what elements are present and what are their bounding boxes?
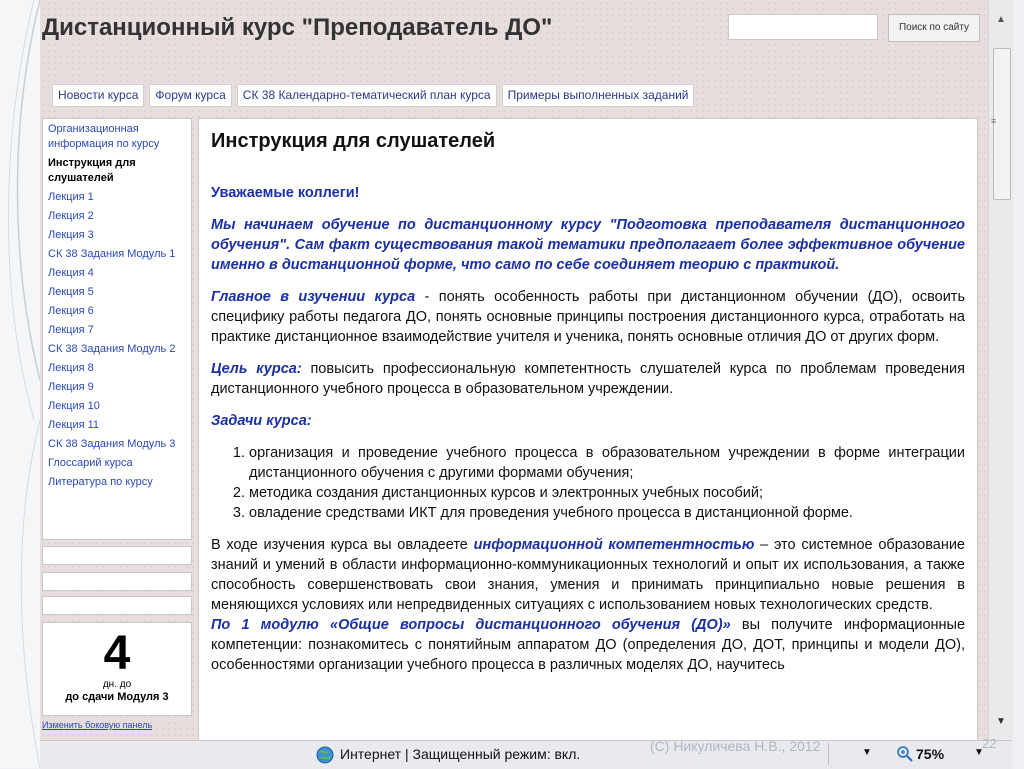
intro-paragraph: Мы начинаем обучение по дистанционному к… (211, 217, 965, 273)
tasks-heading: Задачи курса: (211, 413, 312, 429)
slide-decoration (0, 0, 40, 768)
search-input[interactable] (728, 14, 878, 40)
sidebar-item[interactable]: Литература по курсу (48, 475, 186, 490)
sidebar-item[interactable]: СК 38 Задания Модуль 1 (48, 247, 186, 262)
nav-calendar-plan[interactable]: СК 38 Календарно-тематический план курса (236, 84, 497, 107)
countdown-unit: дн. до (102, 679, 132, 690)
slide-arc-decoration (8, 0, 40, 768)
task-item: организация и проведение учебного процес… (249, 443, 965, 483)
sidebar-item[interactable]: Лекция 7 (48, 323, 186, 338)
sidebar-list: Организационная информация по курсу Инст… (43, 119, 191, 497)
goal-label: Цель курса: (211, 361, 302, 377)
sidebar-empty-box (42, 546, 192, 565)
countdown-widget: 4 дн. до до сдачи Модуля 3 (42, 622, 192, 716)
sidebar-item[interactable]: Лекция 1 (48, 190, 186, 205)
slide-number: 22 (982, 736, 997, 751)
sidebar-item[interactable]: Лекция 2 (48, 209, 186, 224)
sidebar-item[interactable]: СК 38 Задания Модуль 2 (48, 342, 186, 357)
zoom-icon (897, 746, 913, 762)
module1-paragraph: По 1 модулю «Общие вопросы дистанционног… (211, 615, 965, 675)
zoom-level[interactable]: 75% (916, 746, 944, 762)
security-zone[interactable]: Интернет | Защищенный режим: вкл. (340, 746, 580, 762)
main-label: Главное в изучении курса (211, 289, 416, 305)
task-item: методика создания дистанционных курсов и… (249, 483, 965, 503)
sidebar-item-active[interactable]: Инструкция для слушателей (48, 156, 186, 186)
sidebar-item[interactable]: Лекция 10 (48, 399, 186, 414)
goal-text: повысить профессиональную компетентность… (211, 361, 966, 397)
sidebar: Организационная информация по курсу Инст… (42, 118, 192, 540)
status-bar: Интернет | Защищенный режим: вкл. ▼ 75% … (40, 740, 1012, 769)
nav-forum[interactable]: Форум курса (149, 84, 232, 107)
change-sidebar-link[interactable]: Изменить боковую панель (42, 720, 152, 730)
competence-pre: В ходе изучения курса вы овладеете (211, 537, 474, 553)
module1-label: По 1 модулю «Общие вопросы дистанционног… (211, 617, 731, 633)
sidebar-item[interactable]: Глоссарий курса (48, 456, 186, 471)
protected-mode-dropdown-icon[interactable]: ▼ (862, 747, 872, 758)
sidebar-item[interactable]: СК 38 Задания Модуль 3 (48, 437, 186, 452)
sidebar-item[interactable]: Лекция 11 (48, 418, 186, 433)
nav-examples[interactable]: Примеры выполненных заданий (501, 84, 695, 107)
scroll-up-arrow-icon[interactable]: ▲ (993, 14, 1009, 28)
competence-paragraph: В ходе изучения курса вы овладеете инфор… (211, 535, 965, 615)
status-divider (828, 743, 829, 765)
sidebar-item[interactable]: Организационная информация по курсу (48, 122, 186, 152)
vertical-scrollbar[interactable]: ▲ ≡ ▼ (988, 0, 1013, 740)
globe-icon (316, 746, 334, 764)
sidebar-item[interactable]: Лекция 6 (48, 304, 186, 319)
greeting: Уважаемые коллеги! (211, 185, 360, 201)
sidebar-empty-box (42, 572, 192, 591)
browser-viewport: Дистанционный курс "Преподаватель ДО" По… (40, 0, 988, 740)
nav-news[interactable]: Новости курса (52, 84, 145, 107)
task-item: овладение средствами ИКТ для проведения … (249, 503, 965, 523)
competence-term: информационной компетентностью (473, 537, 755, 553)
sidebar-item[interactable]: Лекция 8 (48, 361, 186, 376)
countdown-number: 4 (103, 627, 131, 680)
main-paragraph: Главное в изучении курса - понять особен… (211, 287, 965, 347)
site-title: Дистанционный курс "Преподаватель ДО" (42, 14, 553, 41)
goal-paragraph: Цель курса: повысить профессиональную ко… (211, 359, 965, 399)
sidebar-empty-box (42, 596, 192, 615)
main-content: Инструкция для слушателей Уважаемые колл… (198, 118, 978, 740)
slide-footer: (С) Никуличева Н.В., 2012 (650, 738, 821, 754)
scroll-grip-icon: ≡ (991, 116, 997, 126)
sidebar-item[interactable]: Лекция 5 (48, 285, 186, 300)
sidebar-item[interactable]: Лекция 4 (48, 266, 186, 281)
top-navigation: Новости курса Форум курса СК 38 Календар… (52, 84, 695, 107)
scroll-down-arrow-icon[interactable]: ▼ (993, 716, 1009, 730)
sidebar-item[interactable]: Лекция 9 (48, 380, 186, 395)
sidebar-item[interactable]: Лекция 3 (48, 228, 186, 243)
search-button[interactable]: Поиск по сайту (888, 14, 980, 42)
countdown-caption: до сдачи Модуля 3 (65, 691, 169, 703)
page-title: Инструкция для слушателей (211, 130, 496, 152)
tasks-list: организация и проведение учебного процес… (211, 443, 965, 523)
